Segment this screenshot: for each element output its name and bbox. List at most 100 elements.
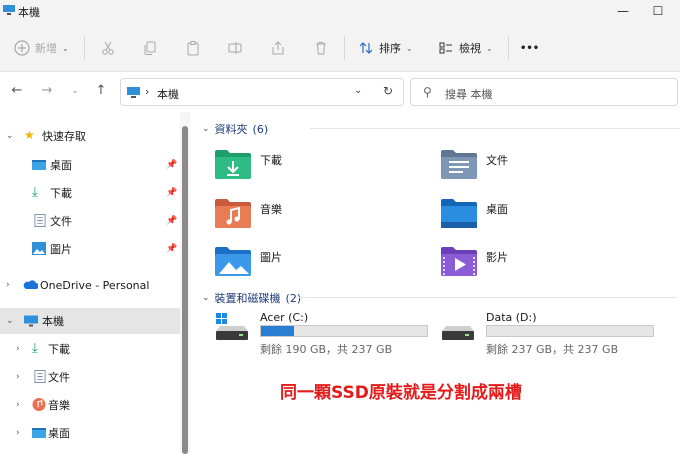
nav-pc-music[interactable]: › 音樂 — [0, 392, 180, 418]
folder-label: 影片 — [486, 251, 508, 264]
toolbar-divider — [344, 36, 345, 60]
trash-icon — [316, 42, 326, 55]
chevron-right-icon[interactable]: › — [16, 400, 20, 410]
drive-c[interactable]: Acer (C:) 剩餘 190 GB，共 237 GB — [214, 311, 434, 356]
chevron-down-icon[interactable]: ⌄ — [354, 85, 362, 96]
annotation-text: 同一顆SSD原裝就是分割成兩槽 — [280, 383, 522, 403]
back-arrow-icon[interactable]: ← — [8, 82, 26, 100]
chevron-down-icon: ⌄ — [486, 43, 493, 53]
group-title: 資料夾 — [214, 123, 248, 136]
search-input[interactable]: ⚲ 搜尋 本機 — [410, 78, 678, 106]
documents-icon — [34, 214, 46, 227]
add-icon — [14, 40, 30, 56]
new-button[interactable]: 新增 ⌄ — [14, 36, 69, 60]
nav-label: 音樂 — [48, 399, 70, 412]
drives-group-header[interactable]: ⌄ 裝置和磁碟機 (2) — [202, 290, 677, 306]
sort-label: 排序 — [379, 42, 401, 55]
folder-label: 圖片 — [260, 251, 282, 264]
group-divider — [310, 128, 680, 129]
new-label: 新增 — [35, 42, 57, 55]
pictures-icon — [32, 242, 46, 255]
paste-icon — [187, 41, 199, 56]
drive-d[interactable]: Data (D:) 剩餘 237 GB，共 237 GB — [440, 311, 660, 356]
pin-icon[interactable]: 📌 — [166, 188, 177, 198]
pin-icon[interactable]: 📌 — [166, 216, 177, 226]
nav-pc-documents[interactable]: › 文件 — [0, 364, 180, 390]
nav-item-pictures[interactable]: 圖片 📌 — [0, 236, 180, 262]
search-placeholder: 搜尋 本機 — [445, 88, 493, 101]
pin-icon[interactable]: 📌 — [166, 160, 177, 170]
folder-documents[interactable]: 文件 — [440, 146, 640, 182]
music-icon — [32, 398, 46, 411]
refresh-icon[interactable]: ↻ — [383, 84, 393, 98]
nav-quick-access[interactable]: ⌄ ★ 快速存取 — [0, 123, 180, 149]
nav-label: 文件 — [48, 371, 70, 384]
nav-onedrive[interactable]: › OneDrive - Personal — [0, 272, 180, 298]
view-button[interactable]: 檢視 ⌄ — [438, 36, 493, 60]
folders-group-header[interactable]: ⌄ 資料夾 (6) — [202, 121, 680, 137]
recent-locations-icon[interactable]: ⌄ — [66, 82, 84, 100]
drive-space-info: 剩餘 237 GB，共 237 GB — [486, 343, 619, 356]
more-options-button[interactable]: ••• — [520, 36, 539, 60]
minimize-button[interactable]: — — [610, 2, 636, 20]
copy-button[interactable] — [142, 36, 158, 60]
delete-button[interactable] — [313, 36, 329, 60]
windows-drive-icon — [216, 313, 248, 340]
rename-button[interactable] — [227, 36, 243, 60]
nav-this-pc[interactable]: ⌄ 本機 — [0, 308, 180, 334]
group-title: 裝置和磁碟機 — [214, 292, 281, 305]
chevron-down-icon[interactable]: ⌄ — [6, 316, 14, 326]
chevron-right-icon[interactable]: › — [16, 372, 20, 382]
breadcrumb-this-pc[interactable]: 本機 — [157, 86, 179, 102]
drive-name: Acer (C:) — [260, 311, 309, 324]
star-icon: ★ — [24, 128, 35, 142]
folder-desktop[interactable]: 桌面 — [440, 195, 640, 231]
folder-label: 桌面 — [486, 203, 508, 216]
music-folder-icon — [215, 199, 251, 228]
nav-label: 下載 — [50, 187, 72, 200]
chevron-right-icon[interactable]: › — [16, 344, 20, 354]
folder-pictures[interactable]: 圖片 — [214, 243, 414, 279]
drive-icon — [442, 326, 474, 340]
folder-label: 下載 — [260, 154, 282, 167]
nav-label: 桌面 — [50, 159, 72, 172]
view-label: 檢視 — [459, 42, 481, 55]
pin-icon[interactable]: 📌 — [166, 244, 177, 254]
folder-downloads[interactable]: 下載 — [214, 146, 414, 182]
chevron-down-icon[interactable]: ⌄ — [202, 293, 210, 303]
drive-space-info: 剩餘 190 GB，共 237 GB — [260, 343, 393, 356]
paste-button[interactable] — [185, 36, 201, 60]
address-bar[interactable]: › 本機 ⌄ ↻ — [120, 78, 404, 106]
nav-item-documents[interactable]: 文件 📌 — [0, 208, 180, 234]
nav-pc-downloads[interactable]: › ⤓ 下載 — [0, 336, 180, 362]
sort-button[interactable]: 排序 ⌄ — [358, 36, 413, 60]
nav-item-desktop[interactable]: 桌面 📌 — [0, 152, 180, 178]
onedrive-cloud-icon — [23, 280, 38, 289]
copy-icon — [144, 41, 156, 55]
share-button[interactable] — [270, 36, 286, 60]
nav-label: 下載 — [48, 343, 70, 356]
chevron-right-icon[interactable]: › — [6, 280, 10, 290]
nav-label: 快速存取 — [42, 130, 86, 143]
cut-icon — [102, 41, 114, 55]
chevron-down-icon[interactable]: ⌄ — [202, 124, 210, 134]
folder-videos[interactable]: 影片 — [440, 243, 640, 279]
search-icon: ⚲ — [423, 85, 432, 99]
nav-label: OneDrive - Personal — [40, 278, 150, 292]
chevron-right-icon[interactable]: › — [16, 428, 20, 438]
folder-music[interactable]: 音樂 — [214, 195, 414, 231]
maximize-button[interactable]: ☐ — [645, 2, 671, 20]
forward-arrow-icon[interactable]: → — [38, 82, 56, 100]
nav-item-downloads[interactable]: ⤓ 下載 📌 — [0, 180, 180, 206]
up-arrow-icon[interactable]: ↑ — [92, 82, 110, 100]
group-divider — [297, 297, 677, 298]
share-icon — [272, 41, 284, 55]
view-icon — [439, 42, 452, 54]
folder-label: 音樂 — [260, 203, 282, 216]
cut-button[interactable] — [100, 36, 116, 60]
nav-scrollbar-thumb[interactable] — [182, 126, 188, 454]
chevron-down-icon[interactable]: ⌄ — [6, 131, 14, 141]
nav-pc-desktop[interactable]: › 桌面 — [0, 420, 180, 446]
nav-label: 桌面 — [48, 427, 70, 440]
chevron-down-icon: ⌄ — [62, 43, 69, 53]
